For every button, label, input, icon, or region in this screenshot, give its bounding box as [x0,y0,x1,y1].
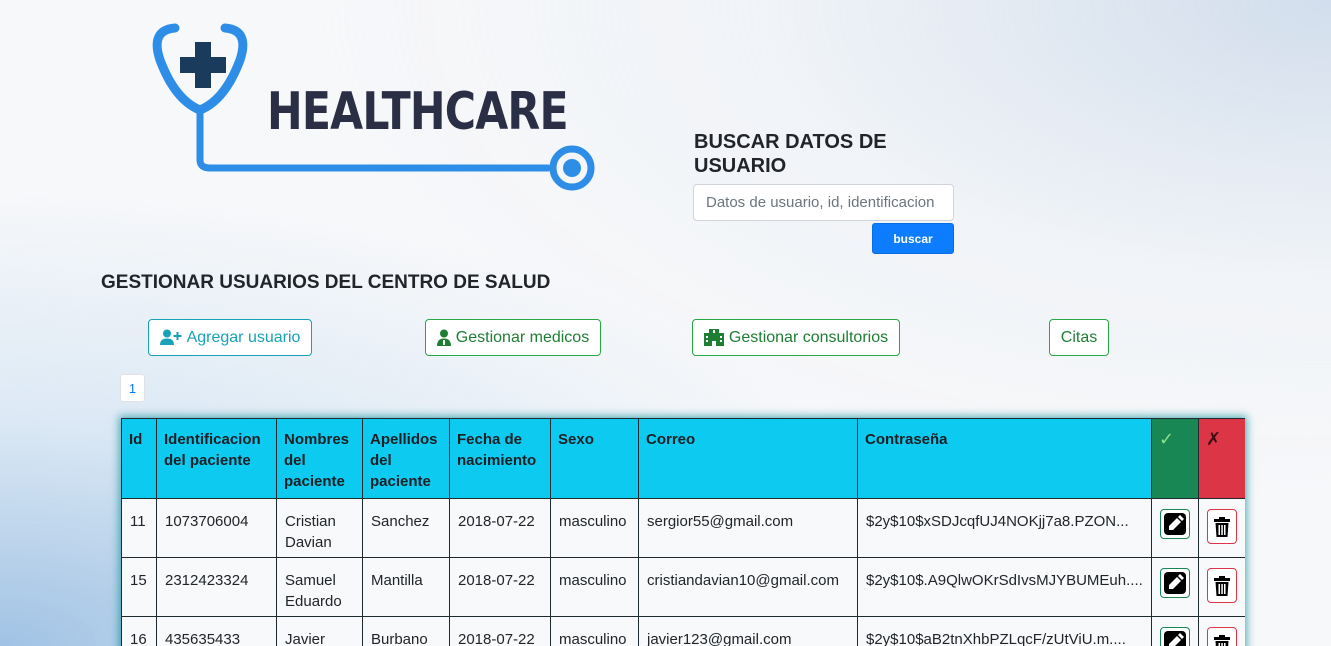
header-apellidos: Apellidos del paciente [362,418,450,499]
cell-fecha: 2018-07-22 [449,557,551,617]
edit-button[interactable] [1160,568,1190,598]
search-title: BUSCAR DATOS DE USUARIO [694,131,887,177]
cell-identificacion: 435635433 [156,616,277,646]
cell-contrasena: $2y$10$aB2tnXhbPZLqcF/zUtViU.m.... [857,616,1152,646]
header-sexo: Sexo [550,418,639,499]
header-edit: ✓ [1151,418,1199,499]
hospital-icon [703,329,724,346]
header-nombres: Nombres del paciente [276,418,363,499]
cell-nombres: Cristian Davian [276,498,363,558]
healthcare-logo: HEALTHCARE [0,0,620,200]
check-icon: ✓ [1159,429,1175,449]
table-row: 15 2312423324 Samuel Eduardo Mantilla 20… [121,557,1245,617]
header-fecha: Fecha de nacimiento [449,418,551,499]
appointments-label: Citas [1060,328,1098,346]
users-table-container: Id Identificacion del paciente Nombres d… [121,418,1245,646]
cell-contrasena: $2y$10$.A9QlwOKrSdIvsMJYBUMEuh.... [857,557,1152,617]
cell-edit [1151,616,1199,646]
cell-apellidos: Sanchez [362,498,450,558]
add-user-label: Agregar usuario [186,328,301,346]
header-contrasena: Contraseña [857,418,1152,499]
header-correo: Correo [638,418,858,499]
trash-icon [1214,575,1230,596]
table-row: 11 1073706004 Cristian Davian Sanchez 20… [121,498,1245,558]
header-id: Id [121,418,157,499]
cell-apellidos: Mantilla [362,557,450,617]
cell-correo: sergior55@gmail.com [638,498,858,558]
add-user-button[interactable]: Agregar usuario [148,319,312,356]
cell-nombres: Samuel Eduardo [276,557,363,617]
cell-sexo: masculino [550,557,639,617]
trash-icon [1214,634,1230,646]
cell-identificacion: 1073706004 [156,498,277,558]
cell-correo: cristiandavian10@gmail.com [638,557,858,617]
delete-button[interactable] [1207,568,1237,603]
cell-sexo: masculino [550,616,639,646]
edit-icon [1164,572,1186,594]
edit-button[interactable] [1160,509,1190,539]
search-input[interactable] [693,184,954,221]
manage-offices-label: Gestionar consultorios [728,328,889,346]
manage-doctors-button[interactable]: Gestionar medicos [425,319,601,356]
cell-delete [1198,616,1245,646]
cell-fecha: 2018-07-22 [449,616,551,646]
search-button[interactable]: buscar [872,223,954,254]
cell-delete [1198,498,1245,558]
users-table: Id Identificacion del paciente Nombres d… [121,418,1245,646]
trash-icon [1214,516,1230,537]
user-plus-icon [159,329,182,345]
cell-sexo: masculino [550,498,639,558]
cell-id: 15 [121,557,157,617]
cell-delete [1198,557,1245,617]
delete-button[interactable] [1207,509,1237,544]
header-delete: ✗ [1198,418,1245,499]
logo-text: HEALTHCARE [267,82,569,142]
cell-edit [1151,557,1199,617]
doctor-icon [436,329,451,346]
edit-icon [1164,631,1186,646]
x-icon: ✗ [1206,429,1222,449]
delete-button[interactable] [1207,627,1237,646]
edit-button[interactable] [1160,627,1190,646]
cell-fecha: 2018-07-22 [449,498,551,558]
cell-apellidos: Burbano [362,616,450,646]
manage-offices-button[interactable]: Gestionar consultorios [692,319,900,356]
cell-contrasena: $2y$10$xSDJcqfUJ4NOKjj7a8.PZON... [857,498,1152,558]
cell-nombres: Javier [276,616,363,646]
header-identificacion: Identificacion del paciente [156,418,277,499]
cell-edit [1151,498,1199,558]
edit-icon [1164,513,1186,535]
table-header-row: Id Identificacion del paciente Nombres d… [121,418,1245,499]
page-title: GESTIONAR USUARIOS DEL CENTRO DE SALUD [101,272,551,293]
cell-identificacion: 2312423324 [156,557,277,617]
appointments-button[interactable]: Citas [1049,319,1109,356]
table-row: 16 435635433 Javier Burbano 2018-07-22 m… [121,616,1245,646]
cell-id: 11 [121,498,157,558]
manage-doctors-label: Gestionar medicos [455,328,590,346]
pagination-page-1[interactable]: 1 [120,374,145,402]
cell-id: 16 [121,616,157,646]
cell-correo: javier123@gmail.com [638,616,858,646]
